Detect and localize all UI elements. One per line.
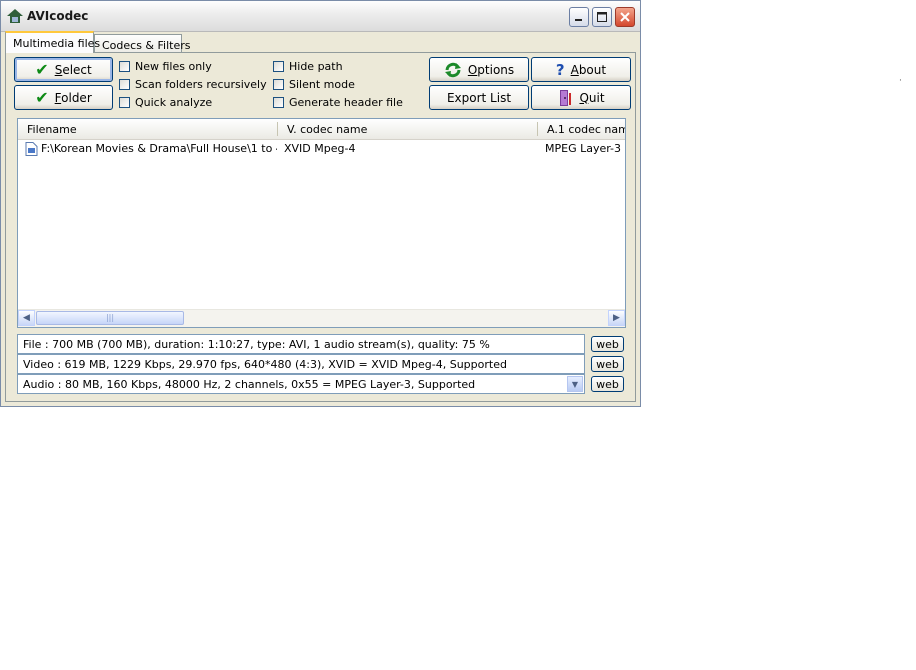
checkbox-label: Quick analyze	[135, 95, 213, 109]
maximize-button[interactable]	[592, 7, 612, 27]
generate-header-checkbox[interactable]: Generate header file	[273, 94, 403, 110]
stray-dot: ·	[899, 76, 902, 86]
close-icon	[620, 12, 630, 22]
window-title: AVIcodec	[27, 9, 89, 23]
scroll-left-button[interactable]: ◀	[18, 310, 35, 326]
checkbox-box[interactable]	[119, 60, 130, 72]
tab-strip: Multimedia files Codecs & Filters	[5, 31, 635, 53]
checkbox-box[interactable]	[119, 96, 130, 108]
export-list-button[interactable]: Export List	[429, 85, 529, 110]
list-header: Filename V. codec name A.1 codec name	[18, 119, 625, 140]
row-filename: F:\Korean Movies & Drama\Full House\1 to…	[41, 142, 277, 155]
folder-button[interactable]: ✔ Folder	[14, 85, 113, 110]
maximize-icon	[597, 12, 607, 22]
quick-analyze-checkbox[interactable]: Quick analyze	[119, 94, 212, 110]
checkbox-label: Hide path	[289, 59, 343, 73]
quit-button[interactable]: Quit	[531, 85, 631, 110]
horizontal-scrollbar[interactable]: ◀ ||| ▶	[18, 309, 625, 327]
multimedia-files-panel: ✔ Select ✔ Folder New files only Scan fo…	[5, 52, 636, 402]
video-info-field: Video : 619 MB, 1229 Kbps, 29.970 fps, 6…	[17, 354, 585, 374]
tab-codecs-filters[interactable]: Codecs & Filters	[94, 34, 190, 53]
row-vcodec: XVID Mpeg-4	[284, 142, 356, 155]
minimize-button[interactable]	[569, 7, 589, 27]
audio-info-select[interactable]: Audio : 80 MB, 160 Kbps, 48000 Hz, 2 cha…	[17, 374, 585, 394]
checkmark-icon: ✔	[35, 87, 49, 107]
column-header-vcodec[interactable]: V. codec name	[278, 119, 536, 139]
about-button-label: About	[570, 62, 607, 77]
checkbox-box[interactable]	[119, 78, 130, 90]
app-logo-icon	[7, 9, 23, 23]
title-bar[interactable]: AVIcodec	[1, 1, 640, 32]
scan-recursively-checkbox[interactable]: Scan folders recursively	[119, 76, 267, 92]
app-window: AVIcodec Multimedia files Codecs & Filte…	[0, 0, 641, 407]
chevron-down-icon: ▼	[571, 379, 579, 389]
hide-path-checkbox[interactable]: Hide path	[273, 58, 343, 74]
column-header-filename[interactable]: Filename	[18, 119, 277, 139]
scrollbar-thumb[interactable]: |||	[36, 311, 184, 325]
checkbox-box[interactable]	[273, 96, 284, 108]
video-web-button[interactable]: web	[591, 356, 624, 372]
checkbox-label: Silent mode	[289, 77, 355, 91]
column-header-acodec[interactable]: A.1 codec name	[538, 119, 625, 139]
dropdown-button[interactable]: ▼	[567, 376, 583, 392]
file-list[interactable]: Filename V. codec name A.1 codec name F:…	[17, 118, 626, 328]
new-files-only-checkbox[interactable]: New files only	[119, 58, 212, 74]
row-acodec: MPEG Layer-3	[545, 142, 622, 155]
about-button[interactable]: ? About	[531, 57, 631, 82]
exit-door-icon	[560, 89, 572, 106]
scroll-right-button[interactable]: ▶	[608, 310, 625, 326]
checkmark-icon: ✔	[35, 59, 49, 79]
options-button[interactable]: Options	[429, 57, 529, 82]
folder-button-label: Folder	[54, 90, 92, 105]
select-button[interactable]: ✔ Select	[14, 57, 113, 82]
checkbox-label: New files only	[135, 59, 212, 73]
video-file-icon	[25, 142, 38, 156]
refresh-icon	[444, 62, 461, 77]
options-button-label: Options	[467, 62, 515, 77]
audio-info-value: Audio : 80 MB, 160 Kbps, 48000 Hz, 2 cha…	[23, 378, 476, 391]
minimize-icon	[575, 19, 582, 21]
close-button[interactable]	[615, 7, 635, 27]
checkbox-label: Scan folders recursively	[135, 77, 267, 91]
checkbox-label: Generate header file	[289, 95, 403, 109]
select-button-label: Select	[54, 62, 92, 77]
checkbox-box[interactable]	[273, 78, 284, 90]
silent-mode-checkbox[interactable]: Silent mode	[273, 76, 355, 92]
tab-multimedia-files[interactable]: Multimedia files	[5, 31, 100, 53]
file-web-button[interactable]: web	[591, 336, 624, 352]
quit-button-label: Quit	[579, 90, 605, 105]
checkbox-box[interactable]	[273, 60, 284, 72]
arrow-left-icon: ◀	[23, 313, 30, 323]
audio-web-button[interactable]: web	[591, 376, 624, 392]
arrow-right-icon: ▶	[613, 313, 620, 323]
file-info-field: File : 700 MB (700 MB), duration: 1:10:2…	[17, 334, 585, 354]
table-row[interactable]: F:\Korean Movies & Drama\Full House\1 to…	[18, 140, 625, 158]
help-question-icon: ?	[555, 60, 565, 79]
